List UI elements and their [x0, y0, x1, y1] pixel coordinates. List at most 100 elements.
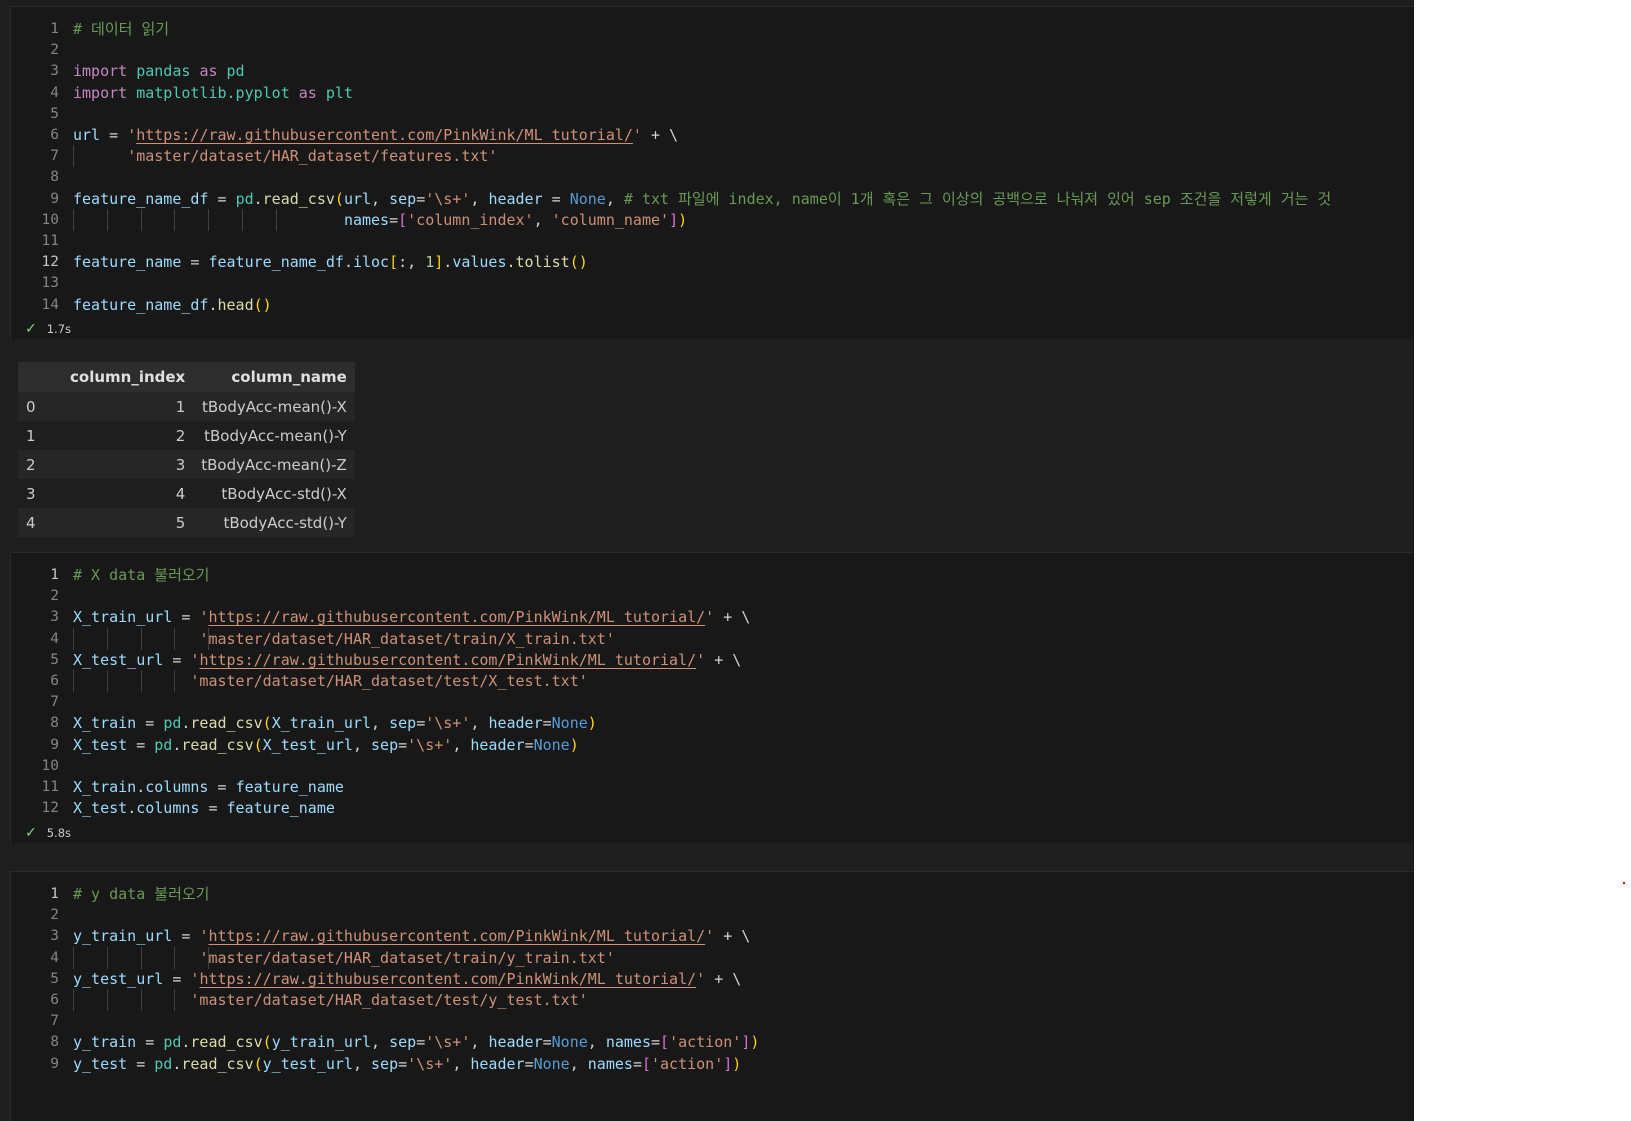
- line-number: 7: [50, 148, 59, 165]
- code-line[interactable]: 4 'master/dataset/HAR_dataset/train/y_tr…: [11, 946, 1411, 969]
- code-line[interactable]: 5: [11, 103, 1411, 125]
- code-token-var: sep: [371, 735, 399, 754]
- code-token-var: X_train: [73, 714, 137, 733]
- code-token-cnst: None: [551, 714, 588, 733]
- code-line[interactable]: 13: [11, 272, 1411, 294]
- code-line[interactable]: 1 # y data 불러오기: [11, 883, 1411, 905]
- code-line[interactable]: 5 X_test_url = 'https://raw.githubusercon…: [11, 649, 1411, 671]
- code-line[interactable]: 4 import matplotlib.pyplot as plt: [11, 82, 1411, 104]
- code-line[interactable]: 3 X_train_url = 'https://raw.githubuserco…: [11, 606, 1411, 628]
- line-number: 1: [50, 886, 59, 902]
- code-line[interactable]: 8 X_train = pd.read_csv(X_train_url, sep=…: [11, 712, 1411, 734]
- code-line[interactable]: 2: [11, 904, 1411, 926]
- table-row: 0 1 tBodyAcc-mean()-X: [18, 392, 355, 421]
- code-token-br1: ]: [434, 253, 444, 272]
- code-line[interactable]: 1 # 데이터 읽기: [11, 18, 1411, 40]
- code-text: 'master/dataset/HAR_dataset/train/X_trai…: [73, 628, 614, 650]
- code-token-op: =: [632, 1054, 642, 1073]
- code-token-op: =: [542, 714, 552, 733]
- code-line[interactable]: 4 'master/dataset/HAR_dataset/train/X_tr…: [11, 627, 1411, 650]
- code-token-op: =: [542, 1033, 552, 1052]
- code-token-str: ': [127, 126, 137, 144]
- code-token-url[interactable]: https://raw.githubusercontent.com/PinkWi…: [208, 927, 705, 945]
- code-line[interactable]: 10: [11, 755, 1411, 777]
- red-marker: [1623, 882, 1625, 884]
- code-token-br1: (): [569, 253, 588, 272]
- code-line[interactable]: 7: [11, 1010, 1411, 1032]
- code-token-com: # txt 파일에 index, name이 1개 혹은 그 이상의 공백으로 …: [623, 189, 1332, 208]
- cell-column-name: tBodyAcc-mean()-Y: [204, 426, 347, 445]
- code-line[interactable]: 3 import pandas as pd: [11, 60, 1411, 82]
- code-token-url[interactable]: https://raw.githubusercontent.com/PinkWi…: [136, 126, 633, 144]
- code-line[interactable]: 11: [11, 230, 1411, 252]
- code-line[interactable]: 6 'master/dataset/HAR_dataset/test/X_tes…: [11, 670, 1411, 692]
- code-token-br1: (: [253, 735, 263, 754]
- code-line[interactable]: 7: [11, 691, 1411, 713]
- table-row: 4 5 tBodyAcc-std()-Y: [18, 508, 355, 537]
- code-line[interactable]: 2: [11, 585, 1411, 607]
- code-token-op: ,: [605, 189, 624, 208]
- code-text: # 데이터 읽기: [73, 18, 169, 40]
- code-line[interactable]: 9 X_test = pd.read_csv(X_test_url, sep='\…: [11, 734, 1411, 756]
- code-token-str: 'action': [669, 1033, 742, 1052]
- line-number: 8: [50, 1034, 59, 1051]
- code-token-br1: (: [253, 1054, 263, 1073]
- table-header-index: [18, 362, 62, 392]
- code-token-br2: ]: [723, 1054, 733, 1073]
- code-token-op: .: [127, 799, 137, 818]
- code-token-br2: [: [641, 1054, 651, 1073]
- code-token-op: =: [136, 1033, 164, 1052]
- line-number: 5: [50, 105, 59, 122]
- code-line[interactable]: 9 y_test = pd.read_csv(y_test_url, sep='\…: [11, 1053, 1411, 1075]
- code-token-mod: pd: [163, 714, 182, 733]
- code-cell-2[interactable]: 1 # X data 불러오기 2 3 X_train_url = 'https://r…: [10, 552, 1414, 843]
- line-number: 12: [41, 800, 59, 817]
- code-token-op: .: [253, 189, 263, 208]
- execution-time: 5.8s: [46, 826, 72, 840]
- code-line[interactable]: 12 feature_name = feature_name_df.iloc[:,…: [11, 251, 1411, 273]
- code-line[interactable]: 8: [11, 166, 1411, 188]
- code-token-str: ': [705, 608, 715, 627]
- code-token-br1: ): [732, 1054, 742, 1073]
- code-line[interactable]: 6 'master/dataset/HAR_dataset/test/y_tes…: [11, 989, 1411, 1011]
- code-line[interactable]: 6 url = 'https://raw.githubusercontent.co…: [11, 124, 1411, 146]
- code-token-url[interactable]: https://raw.githubusercontent.com/PinkWi…: [199, 970, 696, 988]
- code-line[interactable]: 2: [11, 39, 1411, 61]
- code-token-var: feature_name_df: [73, 189, 209, 208]
- code-line[interactable]: 3 y_train_url = 'https://raw.githubuserco…: [11, 925, 1411, 947]
- code-token-op: =: [416, 1033, 426, 1052]
- code-cell-3[interactable]: 1 # y data 불러오기 2 3 y_train_url = 'https://r…: [10, 871, 1414, 1121]
- code-line[interactable]: 12 X_test.columns = feature_name: [11, 797, 1411, 819]
- code-token-url[interactable]: https://raw.githubusercontent.com/PinkWi…: [199, 651, 696, 669]
- code-token-var: names: [343, 210, 390, 229]
- code-token-op: =: [542, 189, 570, 208]
- row-index: 1: [26, 426, 36, 445]
- code-line[interactable]: 7 'master/dataset/HAR_dataset/features.t…: [11, 145, 1411, 168]
- code-line[interactable]: 9 feature_name_df = pd.read_csv(url, sep=…: [11, 188, 1411, 210]
- code-cell-1[interactable]: 1 # 데이터 읽기 2 3 import pandas as pd 4 import ma…: [10, 6, 1414, 339]
- code-token-op: [317, 84, 326, 102]
- code-token-op: =: [172, 927, 200, 946]
- code-line[interactable]: 5 y_test_url = 'https://raw.githubusercon…: [11, 968, 1411, 990]
- code-token-op: =: [199, 799, 227, 818]
- code-line[interactable]: 14 feature_name_df.head(): [11, 294, 1411, 316]
- line-number: 5: [50, 651, 59, 668]
- code-line[interactable]: 11 X_train.columns = feature_name: [11, 776, 1411, 798]
- code-text: y_train = pd.read_csv(y_train_url, sep='…: [73, 1031, 759, 1053]
- line-number: 14: [41, 296, 59, 313]
- code-token-op: ,: [452, 1054, 471, 1073]
- code-token-var: sep: [371, 1054, 399, 1073]
- code-token-kw: import: [73, 83, 128, 102]
- code-token-kw: as: [199, 62, 218, 81]
- code-line[interactable]: 10 names=['column_index', 'column_name']…: [11, 208, 1411, 231]
- code-token-op: .: [443, 253, 453, 272]
- code-token-op: ,: [371, 1033, 390, 1052]
- code-line[interactable]: 1 # X data 불러오기: [11, 564, 1411, 586]
- code-line[interactable]: 8 y_train = pd.read_csv(y_train_url, sep=…: [11, 1031, 1411, 1053]
- code-token-var: y_train: [73, 1033, 137, 1052]
- code-token-url[interactable]: https://raw.githubusercontent.com/PinkWi…: [208, 608, 705, 626]
